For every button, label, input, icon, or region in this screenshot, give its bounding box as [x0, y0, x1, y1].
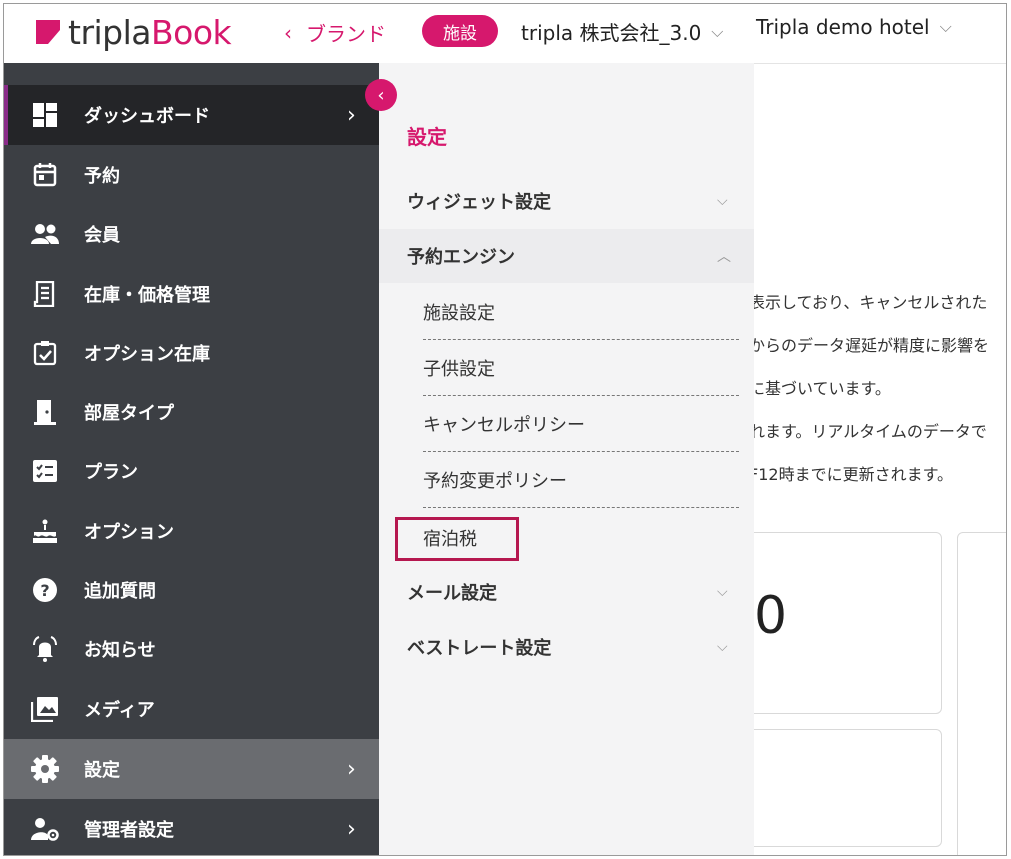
- sidebar: ダッシュボード › 予約 会員 在庫・価格管理 オプション在庫 部屋タイプ プラ…: [4, 63, 379, 855]
- dashboard-icon: [31, 101, 59, 129]
- top-header: triplaBook ‹ ブランド 施設 tripla 株式会社_3.0 ⌵ T…: [4, 4, 1006, 64]
- sidebar-item-label: オプション: [84, 522, 174, 543]
- sidebar-item-label: メディア: [84, 700, 155, 721]
- tripla-book-logo[interactable]: triplaBook: [36, 10, 232, 54]
- sidebar-item-settings[interactable]: 設定 ›: [4, 739, 379, 799]
- group-label: メール設定: [407, 583, 497, 604]
- submenu-item-label: 施設設定: [423, 302, 495, 324]
- sidebar-item-media[interactable]: メディア: [4, 679, 379, 739]
- submenu-item-label: 予約変更ポリシー: [423, 470, 567, 492]
- sidebar-item-inventory-pricing[interactable]: 在庫・価格管理: [4, 264, 379, 324]
- stat-value: 0: [754, 586, 788, 646]
- notice-line: 表示しており、キャンセルされた: [749, 293, 988, 312]
- sidebar-item-notices[interactable]: お知らせ: [4, 619, 379, 679]
- sidebar-item-admin-settings[interactable]: 管理者設定 ›: [4, 799, 379, 855]
- group-booking-engine[interactable]: 予約エンジン ︿: [379, 229, 754, 283]
- sidebar-item-label: 設定: [84, 760, 120, 781]
- back-label: ブランド: [306, 22, 386, 46]
- collapse-sidebar-button[interactable]: ‹: [365, 79, 397, 111]
- bell-icon: [31, 635, 59, 663]
- sidebar-item-label: 予約: [84, 166, 120, 187]
- clipboard-check-icon: [31, 339, 59, 367]
- group-label: ウィジェット設定: [407, 192, 551, 213]
- sidebar-item-room-types[interactable]: 部屋タイプ: [4, 382, 379, 442]
- chevron-right-icon: ›: [347, 816, 356, 842]
- admin-icon: [31, 815, 59, 843]
- sidebar-item-members[interactable]: 会員: [4, 204, 379, 264]
- settings-submenu: 設定 ウィジェット設定 ⌵ 予約エンジン ︿ 施設設定 子供設定 キャンセルポリ…: [379, 63, 754, 855]
- chevron-down-icon: ⌵: [717, 584, 728, 600]
- group-best-rate-settings[interactable]: ベストレート設定 ⌵: [379, 620, 754, 674]
- sidebar-item-label: 追加質問: [84, 581, 156, 602]
- company-name: tripla 株式会社_3.0: [521, 21, 702, 45]
- submenu-item-label: キャンセルポリシー: [423, 414, 585, 436]
- help-icon: ?: [31, 576, 59, 604]
- calendar-icon: [31, 161, 59, 189]
- notice-line: れます。リアルタイムのデータで: [749, 422, 987, 441]
- chevron-left-icon: ‹: [377, 84, 385, 106]
- chevron-down-icon: ⌵: [717, 193, 728, 209]
- chevron-down-icon: ⌵: [711, 21, 724, 41]
- logo-text: triplaBook: [68, 12, 232, 52]
- chevron-left-icon: ‹: [284, 20, 292, 45]
- submenu-item-change-policy[interactable]: 予約変更ポリシー: [423, 452, 739, 508]
- notice-line: からのデータ遅延が精度に影響を: [749, 336, 990, 355]
- hotel-name: Tripla demo hotel: [756, 15, 930, 39]
- sidebar-item-option-inventory[interactable]: オプション在庫: [4, 323, 379, 383]
- sidebar-item-plans[interactable]: プラン: [4, 441, 379, 501]
- highlight-box: [395, 517, 519, 561]
- sidebar-item-label: 部屋タイプ: [84, 403, 174, 424]
- chevron-right-icon: ›: [347, 756, 356, 782]
- sidebar-item-options[interactable]: オプション: [4, 501, 379, 561]
- chevron-down-icon: ⌵: [939, 17, 952, 36]
- logo-mark-icon: [36, 20, 60, 44]
- group-label: ベストレート設定: [407, 638, 552, 659]
- gear-icon: [31, 755, 59, 783]
- stat-card: [957, 532, 1006, 855]
- door-icon: [31, 398, 59, 426]
- receipt-icon: [31, 280, 59, 308]
- sidebar-item-label: 在庫・価格管理: [84, 285, 210, 306]
- notice-line: に基づいています。: [749, 379, 891, 398]
- company-select[interactable]: tripla 株式会社_3.0 ⌵: [521, 17, 723, 46]
- submenu-item-label: 子供設定: [423, 358, 495, 380]
- sidebar-item-reservations[interactable]: 予約: [4, 145, 379, 205]
- group-mail-settings[interactable]: メール設定 ⌵: [379, 565, 754, 619]
- back-to-brand-link[interactable]: ‹ ブランド: [284, 18, 386, 47]
- submenu-item-cancel-policy[interactable]: キャンセルポリシー: [423, 396, 739, 452]
- submenu-title: 設定: [407, 125, 447, 149]
- submenu-item-child-settings[interactable]: 子供設定: [423, 340, 739, 396]
- svg-text:?: ?: [40, 581, 49, 600]
- logo-text-book: Book: [151, 12, 232, 52]
- chevron-up-icon: ︿: [717, 249, 731, 265]
- group-widget-settings[interactable]: ウィジェット設定 ⌵: [379, 174, 754, 228]
- sidebar-item-label: お知らせ: [84, 640, 156, 661]
- sidebar-item-label: ダッシュボード: [84, 106, 210, 127]
- media-icon: [31, 695, 59, 723]
- checklist-icon: [31, 457, 59, 485]
- notice-line: F12時までに更新されます。: [749, 465, 953, 484]
- sidebar-item-label: オプション在庫: [84, 344, 210, 365]
- people-icon: [31, 220, 59, 248]
- facility-badge: 施設: [422, 15, 498, 47]
- submenu-item-facility-settings[interactable]: 施設設定: [423, 284, 739, 340]
- chevron-down-icon: ⌵: [717, 639, 728, 655]
- group-label: 予約エンジン: [407, 247, 515, 268]
- sidebar-item-additional-questions[interactable]: ? 追加質問: [4, 560, 379, 620]
- sidebar-item-dashboard[interactable]: ダッシュボード ›: [4, 85, 379, 145]
- sidebar-item-label: プラン: [84, 462, 138, 483]
- app-window: triplaBook ‹ ブランド 施設 tripla 株式会社_3.0 ⌵ T…: [3, 3, 1007, 856]
- sidebar-item-label: 会員: [84, 225, 120, 246]
- hotel-select[interactable]: Tripla demo hotel ⌵: [756, 15, 952, 39]
- cake-icon: [31, 517, 59, 545]
- chevron-right-icon: ›: [347, 102, 356, 128]
- logo-text-tripla: tripla: [68, 12, 152, 52]
- sidebar-item-label: 管理者設定: [84, 820, 174, 841]
